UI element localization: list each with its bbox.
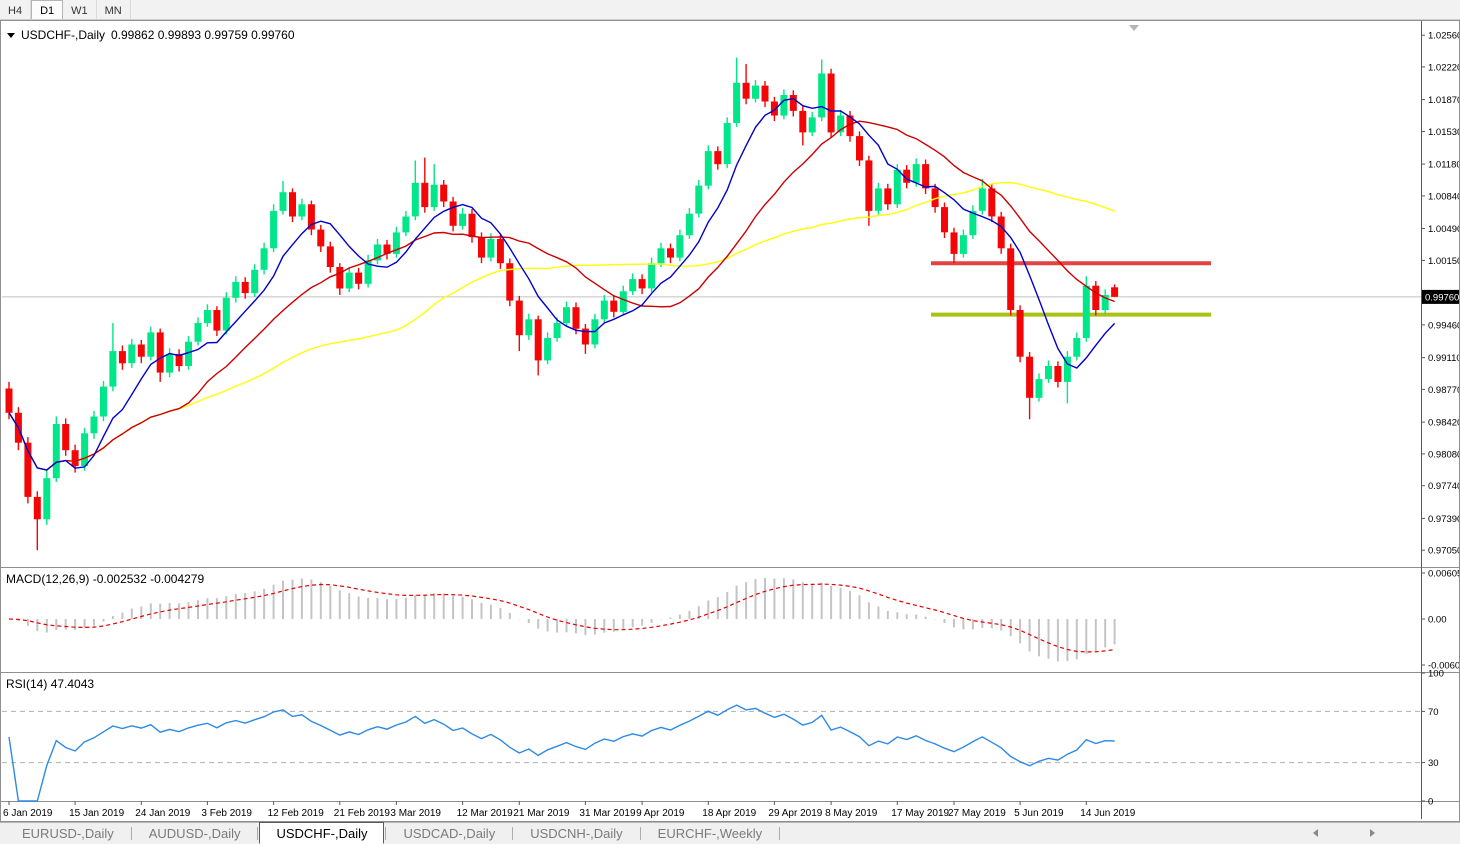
timeframe-button-w1[interactable]: W1	[63, 0, 97, 19]
svg-text:15 Jan 2019: 15 Jan 2019	[69, 808, 124, 819]
svg-text:0.99110: 0.99110	[1428, 353, 1459, 364]
chart-tab-eurusd[interactable]: EURUSD-,Daily	[6, 824, 130, 843]
rsi-label: RSI(14) 47.4043	[6, 677, 94, 691]
svg-text:12 Feb 2019: 12 Feb 2019	[268, 808, 325, 819]
svg-text:1.02220: 1.02220	[1428, 62, 1459, 73]
svg-text:29 Apr 2019: 29 Apr 2019	[768, 808, 822, 819]
ma-fast	[9, 99, 1115, 470]
tab-separator	[779, 827, 780, 840]
svg-text:0.97390: 0.97390	[1428, 514, 1459, 525]
horizontal-lines	[931, 263, 1211, 314]
svg-text:0: 0	[1428, 797, 1433, 808]
macd-name: MACD(12,26,9)	[6, 572, 89, 586]
chart-tab-usdchf[interactable]: USDCHF-,Daily	[259, 822, 384, 844]
svg-text:0.98770: 0.98770	[1428, 385, 1459, 396]
chart-tab-eurchf[interactable]: EURCHF-,Weekly	[642, 824, 779, 843]
rsi-value: 47.4043	[51, 677, 94, 691]
scroll-anchor-icon[interactable]	[1129, 25, 1139, 31]
chart-window: 1.02560 1.02220 1.01870 1.01530 1.01180 1.008…	[0, 20, 1460, 822]
svg-text:0.97740: 0.97740	[1428, 481, 1459, 492]
chart-tab-usdcad[interactable]: USDCAD-,Daily	[387, 824, 511, 843]
tab-scroll-arrows	[1313, 829, 1375, 837]
ohlc-values: 0.99862 0.99893 0.99759 0.99760	[111, 28, 295, 42]
price-chart[interactable]: 1.02560 1.02220 1.01870 1.01530 1.01180 1.008…	[1, 21, 1459, 819]
macd-pane	[9, 578, 1115, 661]
svg-text:1.00150: 1.00150	[1428, 256, 1459, 267]
svg-text:0.99760: 0.99760	[1425, 292, 1459, 303]
tab-separator	[385, 827, 386, 840]
svg-text:0.98080: 0.98080	[1428, 449, 1459, 460]
symbol-dropdown-icon[interactable]	[7, 33, 15, 38]
tab-separator	[131, 827, 132, 840]
svg-text:21 Mar 2019: 21 Mar 2019	[513, 808, 570, 819]
current-price-tag: 0.99760	[1422, 290, 1459, 304]
svg-text:14 Jun 2019: 14 Jun 2019	[1080, 808, 1135, 819]
svg-text:30: 30	[1428, 758, 1439, 769]
macd-label: MACD(12,26,9) -0.002532 -0.004279	[6, 572, 204, 586]
svg-text:21 Feb 2019: 21 Feb 2019	[334, 808, 391, 819]
svg-text:1.01870: 1.01870	[1428, 95, 1459, 106]
svg-text:0.00: 0.00	[1428, 615, 1447, 626]
chart-tab-bar: EURUSD-,DailyAUDUSD-,DailyUSDCHF-,DailyU…	[0, 822, 1460, 844]
svg-text:17 May 2019: 17 May 2019	[891, 808, 949, 819]
ma-slow	[9, 183, 1115, 470]
macd-values: -0.002532 -0.004279	[93, 572, 204, 586]
svg-text:24 Jan 2019: 24 Jan 2019	[135, 808, 190, 819]
timeframe-toolbar: H4D1W1MN	[0, 0, 1460, 20]
candles	[6, 58, 1119, 551]
svg-text:3 Feb 2019: 3 Feb 2019	[201, 808, 252, 819]
chart-title: USDCHF-,Daily 0.99862 0.99893 0.99759 0.…	[7, 28, 295, 42]
svg-text:100: 100	[1428, 669, 1444, 680]
svg-text:0.99460: 0.99460	[1428, 320, 1459, 331]
svg-text:18 Apr 2019: 18 Apr 2019	[702, 808, 756, 819]
price-axis[interactable]: 1.02560 1.02220 1.01870 1.01530 1.01180 1.008…	[1421, 21, 1459, 819]
symbol-label: USDCHF-,Daily	[21, 28, 105, 42]
svg-text:1.01180: 1.01180	[1428, 160, 1459, 171]
timeframe-button-h4[interactable]: H4	[0, 0, 31, 19]
svg-text:1.00490: 1.00490	[1428, 224, 1459, 235]
svg-text:9 Apr 2019: 9 Apr 2019	[636, 808, 685, 819]
svg-text:1.00840: 1.00840	[1428, 191, 1459, 202]
rsi-pane	[2, 705, 1421, 801]
svg-text:8 May 2019: 8 May 2019	[825, 808, 878, 819]
scroll-right-icon[interactable]	[1370, 829, 1375, 837]
svg-text:12 Mar 2019: 12 Mar 2019	[457, 808, 514, 819]
svg-text:5 Jun 2019: 5 Jun 2019	[1014, 808, 1064, 819]
ma-mid	[9, 121, 1115, 470]
tab-separator	[512, 827, 513, 840]
svg-text:1.02560: 1.02560	[1428, 31, 1459, 42]
rsi-name: RSI(14)	[6, 677, 47, 691]
svg-text:0.006058: 0.006058	[1428, 569, 1459, 580]
tab-separator	[257, 827, 258, 840]
rsi-line	[9, 705, 1115, 801]
svg-text:27 May 2019: 27 May 2019	[948, 808, 1006, 819]
svg-text:70: 70	[1428, 707, 1439, 718]
timeframe-button-d1[interactable]: D1	[31, 0, 63, 19]
date-axis[interactable]: 6 Jan 2019 15 Jan 2019 24 Jan 2019 3 Feb 20…	[3, 801, 1136, 819]
svg-text:6 Jan 2019: 6 Jan 2019	[3, 808, 53, 819]
timeframe-button-mn[interactable]: MN	[97, 0, 131, 19]
tab-separator	[640, 827, 641, 840]
svg-text:1.01530: 1.01530	[1428, 127, 1459, 138]
scroll-left-icon[interactable]	[1313, 829, 1318, 837]
svg-text:3 Mar 2019: 3 Mar 2019	[390, 808, 441, 819]
svg-text:0.98420: 0.98420	[1428, 418, 1459, 429]
chart-tab-usdcnh[interactable]: USDCNH-,Daily	[514, 824, 638, 843]
svg-text:0.97050: 0.97050	[1428, 546, 1459, 557]
chart-tab-audusd[interactable]: AUDUSD-,Daily	[133, 824, 257, 843]
svg-text:31 Mar 2019: 31 Mar 2019	[579, 808, 636, 819]
